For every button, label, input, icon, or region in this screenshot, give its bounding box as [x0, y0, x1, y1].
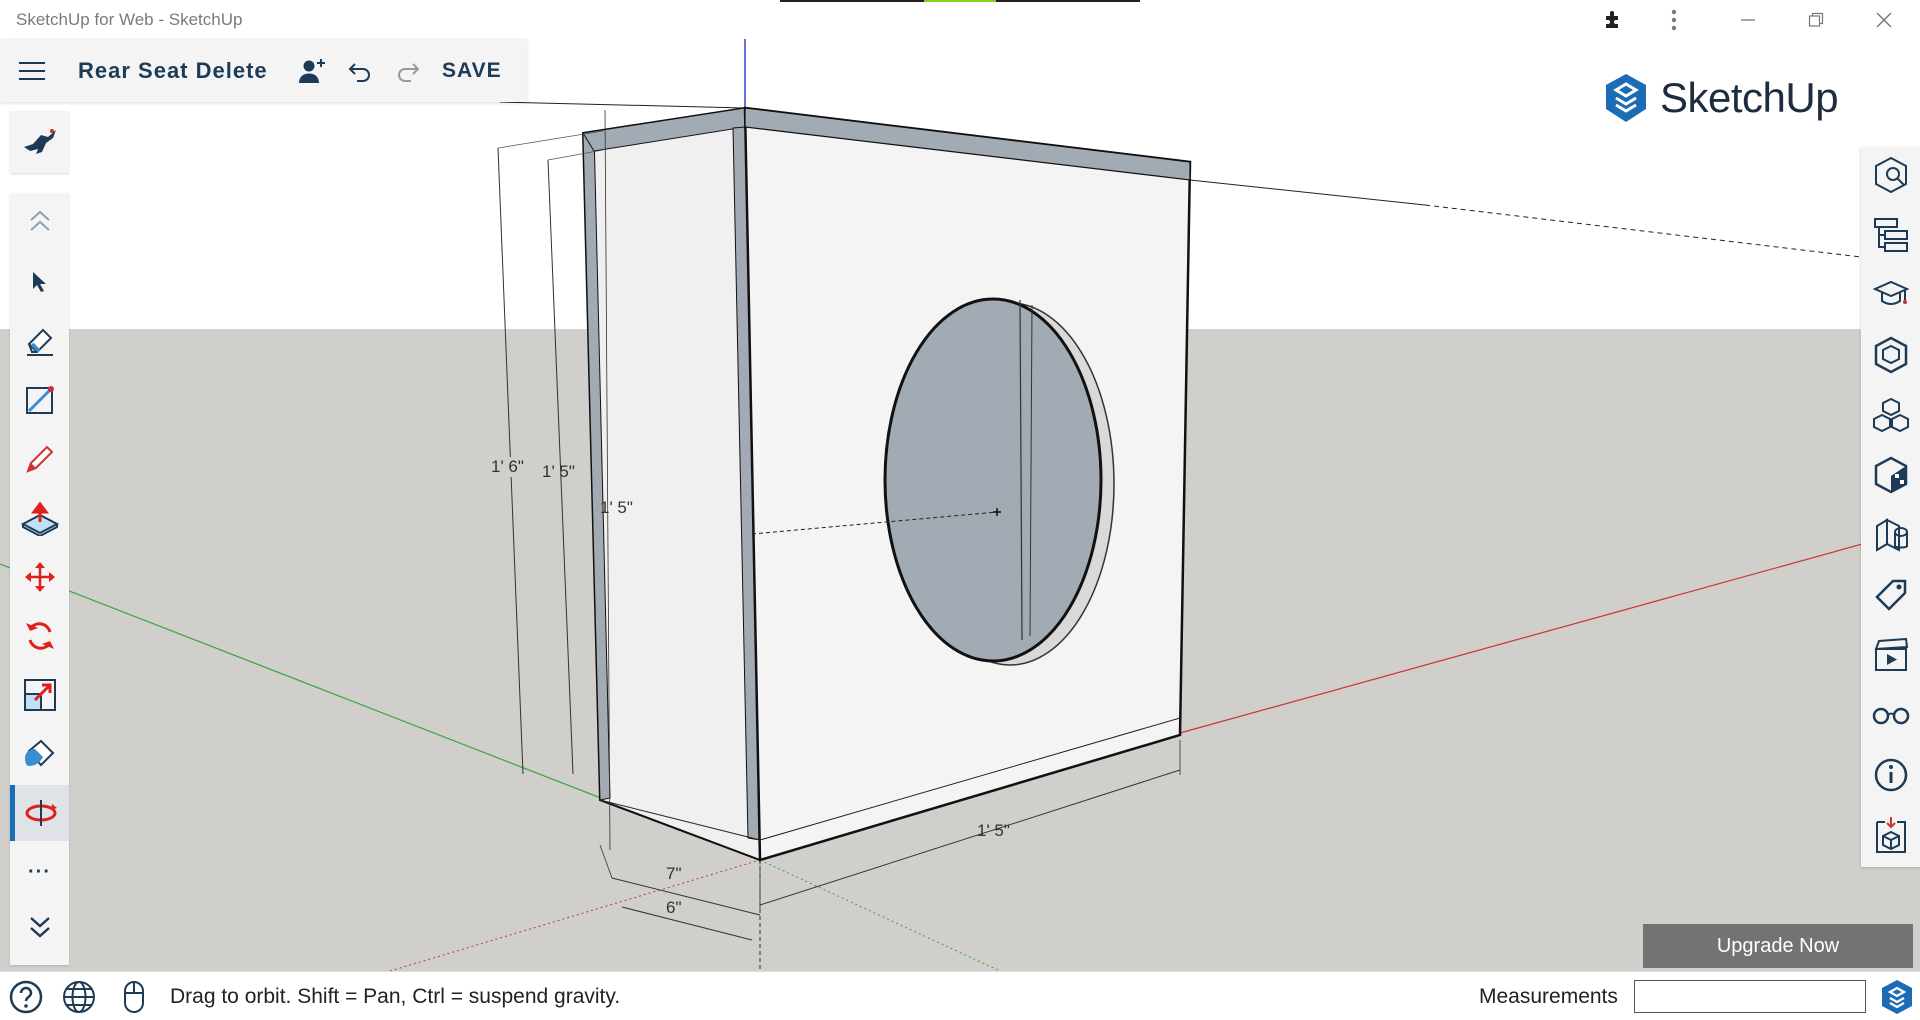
minimize-button[interactable] — [1718, 0, 1778, 39]
status-bar: Drag to orbit. Shift = Pan, Ctrl = suspe… — [0, 971, 1920, 1020]
left-toolbar: ··· — [10, 193, 69, 965]
measurements-label: Measurements — [1479, 985, 1618, 1008]
orbit-tool[interactable] — [10, 785, 69, 841]
undo-button[interactable] — [336, 39, 384, 102]
dimension-height-outer: 1' 6" — [491, 457, 524, 477]
help-icon[interactable] — [9, 980, 43, 1014]
3d-warehouse-icon[interactable] — [1861, 807, 1920, 863]
components-icon[interactable] — [1861, 327, 1920, 383]
entity-info-icon[interactable] — [1861, 147, 1920, 203]
sketchup-small-logo-icon[interactable] — [1880, 980, 1914, 1014]
close-button[interactable] — [1854, 0, 1914, 39]
upgrade-now-button[interactable]: Upgrade Now — [1643, 924, 1913, 968]
info-icon[interactable] — [1861, 747, 1920, 803]
redo-button[interactable] — [384, 39, 432, 102]
loading-bar — [780, 0, 1140, 2]
more-tools-label: ··· — [28, 860, 51, 883]
more-options-icon[interactable] — [1644, 0, 1704, 39]
scenes-icon[interactable] — [1861, 507, 1920, 563]
line-tool[interactable] — [10, 372, 69, 428]
move-tool[interactable] — [10, 549, 69, 605]
save-button[interactable]: SAVE — [442, 59, 502, 83]
right-panel — [1861, 147, 1920, 867]
add-collaborator-button[interactable] — [288, 39, 336, 102]
search-tool-button[interactable] — [10, 111, 69, 173]
document-title[interactable]: Rear Seat Delete — [78, 58, 288, 84]
sketchup-logo: SketchUp — [1602, 72, 1839, 124]
pencil-tool[interactable] — [10, 431, 69, 487]
more-tools-button[interactable]: ··· — [10, 844, 69, 900]
document-toolbar: Rear Seat Delete SAVE — [0, 39, 527, 102]
language-globe-icon[interactable] — [62, 980, 96, 1014]
styles-icon[interactable] — [1861, 447, 1920, 503]
push-pull-tool[interactable] — [10, 490, 69, 546]
title-bar: SketchUp for Web - SketchUp — [0, 0, 1920, 39]
mouse-icon[interactable] — [117, 980, 151, 1014]
extensions-icon[interactable] — [1584, 0, 1644, 39]
expand-down-button[interactable] — [10, 899, 69, 955]
window-title: SketchUp for Web - SketchUp — [16, 10, 243, 29]
outliner-icon[interactable] — [1861, 207, 1920, 263]
animation-icon[interactable] — [1861, 627, 1920, 683]
dimension-depth-a: 7" — [666, 864, 682, 883]
3d-viewport[interactable]: 1' 6" 1' 5" 1' 5" 1' 5" 7" 6" — [0, 39, 1920, 971]
tags-icon[interactable] — [1861, 567, 1920, 623]
eraser-tool[interactable] — [10, 313, 69, 369]
collapse-up-button[interactable] — [10, 193, 69, 249]
display-icon[interactable] — [1861, 687, 1920, 743]
instructor-icon[interactable] — [1861, 267, 1920, 323]
restore-button[interactable] — [1786, 0, 1846, 39]
select-tool[interactable] — [10, 254, 69, 310]
sketchup-logo-icon — [1606, 74, 1646, 122]
dimension-height-mid: 1' 5" — [542, 462, 575, 481]
measurements-input[interactable] — [1634, 980, 1866, 1013]
logo-text: SketchUp — [1660, 74, 1839, 121]
status-hint: Drag to orbit. Shift = Pan, Ctrl = suspe… — [170, 985, 621, 1008]
rotate-tool[interactable] — [10, 608, 69, 664]
hamburger-menu-button[interactable] — [0, 39, 64, 102]
dimension-depth-b: 6" — [666, 898, 682, 917]
dimension-width: 1' 5" — [977, 821, 1010, 840]
scale-tool[interactable] — [10, 667, 69, 723]
dimension-height-inner: 1' 5" — [600, 498, 633, 517]
materials-icon[interactable] — [1861, 387, 1920, 443]
paint-bucket-tool[interactable] — [10, 726, 69, 782]
